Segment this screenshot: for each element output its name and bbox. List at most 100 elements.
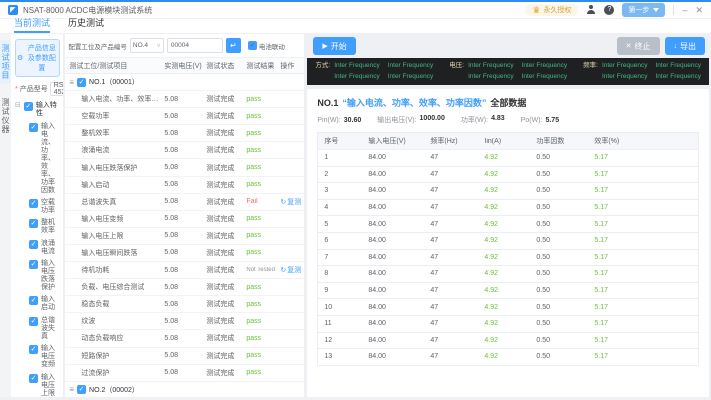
product-config-button[interactable]: ⚙ 产品信息及参数配置 bbox=[15, 39, 61, 77]
product-number-input[interactable] bbox=[166, 38, 223, 53]
station-select[interactable]: NO.4 ∨ bbox=[129, 38, 164, 53]
stat-label: 输出电压(V): bbox=[377, 117, 417, 124]
tree-item[interactable]: ✓ 整机效率 bbox=[29, 217, 60, 237]
checkbox[interactable]: ✓ bbox=[29, 373, 38, 383]
user-icon[interactable] bbox=[586, 5, 596, 15]
test-result: Fail bbox=[246, 198, 258, 206]
refresh-icon: ↻ bbox=[280, 267, 287, 275]
retest-button[interactable]: ↻ 复测 bbox=[280, 197, 302, 207]
minimize-button[interactable]: – bbox=[682, 5, 687, 15]
checkbox[interactable]: ✓ bbox=[29, 219, 38, 229]
measured-voltage: 5.08 bbox=[164, 95, 178, 103]
checkbox[interactable]: ✓ bbox=[77, 385, 87, 395]
collapse-icon[interactable]: ⊟ bbox=[15, 102, 21, 110]
checkbox[interactable]: ✓ bbox=[23, 102, 33, 112]
checkbox[interactable]: ✓ bbox=[29, 260, 38, 270]
table-row[interactable]: 稳态负载 5.08 测试完成 pass bbox=[65, 296, 305, 314]
checkbox[interactable]: ✓ bbox=[77, 77, 87, 87]
checkbox[interactable]: ✓ bbox=[29, 239, 38, 249]
table-row[interactable]: 输入电压跌落保护 5.08 测试完成 pass bbox=[65, 159, 305, 177]
table-row[interactable]: 输入电压上限 5.08 测试完成 pass bbox=[65, 228, 305, 245]
checkbox[interactable]: ✓ bbox=[29, 296, 38, 306]
test-result: pass bbox=[246, 112, 262, 120]
title-bar-right: ♛ 永久授权 ? 第一步 – ✕ bbox=[525, 3, 703, 17]
close-button[interactable]: ✕ bbox=[695, 5, 703, 15]
test-result: pass bbox=[246, 317, 262, 325]
table-row[interactable]: 浪涌电流 5.08 测试完成 pass bbox=[65, 142, 305, 160]
checkbox[interactable]: ✓ bbox=[29, 345, 38, 355]
measured-voltage: 5.08 bbox=[164, 369, 178, 377]
test-result: pass bbox=[246, 215, 262, 223]
play-icon: ▶ bbox=[322, 43, 328, 50]
table-row[interactable]: 短路保护 5.08 测试完成 pass bbox=[65, 348, 305, 365]
checkbox[interactable]: ✓ bbox=[29, 198, 38, 208]
test-item-name: 短路保护 bbox=[81, 352, 110, 360]
test-result: pass bbox=[246, 249, 262, 257]
tree-item[interactable]: ✓ 总谐波失真 bbox=[29, 315, 60, 343]
tree-item[interactable]: ✓ 浪涌电流 bbox=[29, 238, 60, 258]
table-row[interactable]: 动态负载响应 5.08 测试完成 pass bbox=[65, 330, 305, 348]
product-model-select[interactable]: RS-4521 ∨ bbox=[49, 82, 66, 96]
test-result: pass bbox=[246, 181, 262, 189]
export-button[interactable]: ↓ 导出 bbox=[664, 37, 705, 55]
help-icon[interactable]: ? bbox=[604, 5, 615, 15]
measured-voltage: 5.08 bbox=[164, 249, 178, 257]
tree-group[interactable]: ⊟ ✓ 输入特性 bbox=[15, 100, 60, 120]
table-row[interactable]: 输入电压瞬间跌落 5.08 测试完成 pass bbox=[65, 245, 305, 263]
tab-历史测试[interactable]: 历史测试 bbox=[68, 16, 104, 33]
test-status: 测试完成 bbox=[206, 181, 235, 189]
vertical-tab-测试项目[interactable]: 测试项目 bbox=[0, 40, 11, 84]
stat-label: Po(W): bbox=[520, 116, 543, 124]
table-row[interactable]: 输入电流、功率、效率、功率因数5.08 测试完成 pass bbox=[65, 91, 305, 109]
detail-cell: 47 bbox=[430, 220, 439, 228]
detail-cell: 84.00 bbox=[368, 287, 386, 295]
stop-label: 终止 bbox=[634, 41, 651, 51]
detail-cell: 84.00 bbox=[368, 187, 386, 195]
vertical-tab-测试仪器[interactable]: 测试仪器 bbox=[0, 94, 11, 138]
station-group-row[interactable]: ≡ ✓ NO.2（00002） bbox=[65, 382, 304, 397]
tree-item-label: 输入电流、功率、效率、功率因数 bbox=[41, 122, 55, 194]
start-button[interactable]: ▶ 开始 bbox=[313, 37, 356, 55]
table-row[interactable]: 输入电压变频 5.08 测试完成 pass bbox=[65, 211, 305, 228]
detail-cell: 84.00 bbox=[368, 220, 386, 228]
drag-handle-icon[interactable]: ≡ bbox=[69, 385, 74, 394]
console-value: Inter Frequency bbox=[601, 73, 648, 80]
table-row[interactable]: 输入启动 5.08 测试完成 pass bbox=[65, 177, 305, 194]
linkage-checkbox[interactable]: ✓ bbox=[247, 41, 257, 50]
drag-handle-icon[interactable]: ≡ bbox=[69, 78, 74, 87]
tree-item[interactable]: ✓ 输入启动 bbox=[29, 294, 60, 314]
station-group-row[interactable]: ≡ ✓ NO.1（00001） bbox=[65, 74, 305, 92]
measured-voltage: 5.08 bbox=[164, 266, 178, 274]
detail-cell: 5.17 bbox=[594, 303, 608, 311]
checkbox[interactable]: ✓ bbox=[29, 316, 38, 326]
measured-voltage: 5.08 bbox=[164, 300, 178, 308]
tree-item[interactable]: ✓ 输入电压上限 bbox=[29, 371, 60, 397]
table-row[interactable]: 负载、电压综合测试 5.08 测试完成 pass bbox=[65, 279, 305, 297]
apply-button[interactable]: ↵ bbox=[225, 38, 241, 53]
tree-item[interactable]: ✓ 输入电流、功率、效率、功率因数 bbox=[29, 120, 60, 196]
table-row[interactable]: 总谐波失真 5.08 测试完成 Fail ↻ 复测 bbox=[65, 194, 305, 211]
retest-button[interactable]: ↻ 复测 bbox=[280, 265, 302, 275]
detail-cell: 0.50 bbox=[536, 353, 550, 361]
product-model-value: RS-4521 bbox=[53, 82, 66, 96]
table-row[interactable]: 空载功率 5.08 测试完成 pass bbox=[65, 108, 305, 126]
detail-cell: 4 bbox=[324, 204, 329, 212]
table-header-row: 测试工位/测试项目 实测电压(V) 测试状态 测试结果 操作 bbox=[65, 58, 305, 74]
test-result: pass bbox=[246, 232, 262, 240]
account-dropdown[interactable]: 第一步 bbox=[622, 3, 666, 17]
detail-cell: 0.50 bbox=[536, 270, 550, 278]
table-row[interactable]: 纹波 5.08 测试完成 pass bbox=[65, 313, 305, 331]
checkbox[interactable]: ✓ bbox=[29, 122, 38, 132]
linkage-checkbox-row[interactable]: ✓ 电池联动 bbox=[247, 41, 285, 51]
stop-button[interactable]: ✕ 终止 bbox=[616, 37, 660, 55]
row-actions: ↻ 复测 bbox=[278, 265, 304, 275]
tree-item[interactable]: ✓ 输入电压变频 bbox=[29, 343, 60, 371]
table-row[interactable]: 待机功耗 5.08 测试完成 Not Tested ↻ 复测 bbox=[65, 262, 305, 280]
license-badge[interactable]: ♛ 永久授权 bbox=[525, 4, 579, 16]
table-row[interactable]: 过流保护 5.08 测试完成 pass bbox=[65, 365, 305, 382]
tree-item[interactable]: ✓ 输入电压跌落保护 bbox=[29, 258, 60, 294]
table-row[interactable]: 整机效率 5.08 测试完成 pass bbox=[65, 125, 305, 143]
tree-item[interactable]: ✓ 空载功率 bbox=[29, 197, 60, 217]
tree-item-label: 总谐波失真 bbox=[41, 316, 55, 340]
tab-当前测试[interactable]: 当前测试 bbox=[14, 16, 51, 33]
